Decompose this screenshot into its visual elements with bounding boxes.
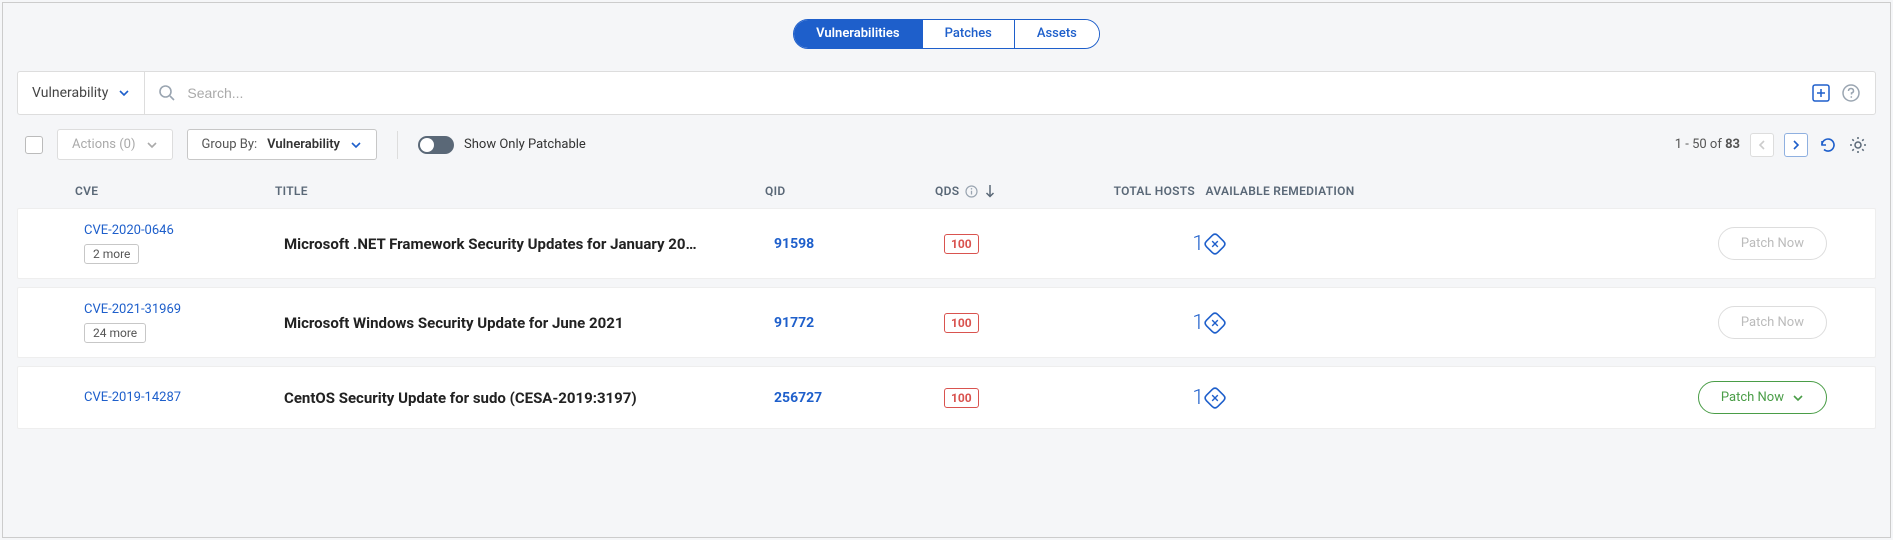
remediation-icon-cell[interactable] [1204,387,1374,409]
table-row: CVE-2019-14287 CentOS Security Update fo… [17,366,1876,429]
toolbar: Actions (0) Group By: Vulnerability Show… [3,115,1890,170]
tab-vulnerabilities[interactable]: Vulnerabilities [794,20,922,48]
table-header: CVE TITLE QID QDS TOTAL HOSTS AVAILABLE … [3,170,1890,208]
col-remediation[interactable]: AVAILABLE REMEDIATION [1195,184,1365,198]
remediation-icon-cell[interactable] [1204,312,1374,334]
refresh-button[interactable] [1818,135,1838,155]
qds-badge: 100 [944,388,979,408]
gear-icon [1848,135,1868,155]
cve-link[interactable]: CVE-2021-31969 [84,302,284,317]
table-row: CVE-2021-31969 24 more Microsoft Windows… [17,287,1876,358]
patch-icon [1204,387,1226,409]
divider [397,131,398,159]
cve-link[interactable]: CVE-2020-0646 [84,223,284,238]
page-prev-button[interactable] [1750,133,1774,157]
cve-link[interactable]: CVE-2019-14287 [84,390,284,405]
toggle-label: Show Only Patchable [464,137,586,152]
col-hosts[interactable]: TOTAL HOSTS [1085,184,1195,198]
plus-square-icon [1811,83,1831,103]
cve-more-badge[interactable]: 24 more [84,323,146,343]
filter-type-dropdown[interactable]: Vulnerability [18,72,145,114]
chevron-down-icon [118,87,130,99]
actions-label: Actions (0) [72,137,136,152]
help-circle-icon [1841,83,1861,103]
qds-badge: 100 [944,234,979,254]
vuln-title: Microsoft Windows Security Update for Ju… [284,314,774,332]
vuln-title: Microsoft .NET Framework Security Update… [284,235,774,253]
show-only-patchable-toggle[interactable] [418,136,454,154]
col-qid[interactable]: QID [765,184,935,198]
col-title[interactable]: TITLE [275,184,765,198]
patch-now-button: Patch Now [1718,227,1827,260]
remediation-icon-cell[interactable] [1204,233,1374,255]
groupby-dropdown[interactable]: Group By: Vulnerability [187,129,378,160]
patch-now-button: Patch Now [1718,306,1827,339]
qid-link[interactable]: 256727 [774,390,822,406]
search-icon [157,83,177,103]
chevron-down-icon [350,139,362,151]
table-row: CVE-2020-0646 2 more Microsoft .NET Fram… [17,208,1876,279]
help-button[interactable] [1841,83,1861,103]
search-input[interactable] [187,85,1785,101]
view-tabs: Vulnerabilities Patches Assets [3,3,1890,71]
settings-button[interactable] [1848,135,1868,155]
chevron-left-icon [1757,139,1767,151]
qds-badge: 100 [944,313,979,333]
select-all-checkbox[interactable] [25,136,43,154]
patch-now-button[interactable]: Patch Now [1698,381,1827,414]
tab-patches[interactable]: Patches [923,20,1015,48]
qid-link[interactable]: 91598 [774,236,814,252]
paging-text: 1 - 50 of 83 [1675,137,1740,152]
patch-icon [1204,233,1226,255]
actions-dropdown[interactable]: Actions (0) [57,129,173,160]
sort-down-icon [984,184,996,198]
hosts-count[interactable]: 1 [1094,311,1204,335]
qid-link[interactable]: 91772 [774,315,814,331]
search-bar: Vulnerability [17,71,1876,115]
cve-more-badge[interactable]: 2 more [84,244,139,264]
tab-assets[interactable]: Assets [1015,20,1099,48]
filter-type-label: Vulnerability [32,85,108,101]
hosts-count[interactable]: 1 [1094,232,1204,256]
groupby-prefix: Group By: [202,137,258,152]
refresh-icon [1818,135,1838,155]
vuln-title: CentOS Security Update for sudo (CESA-20… [284,389,774,407]
col-cve[interactable]: CVE [75,184,275,198]
info-circle-icon [965,185,978,198]
chevron-right-icon [1791,139,1801,151]
chevron-down-icon [146,139,158,151]
col-qds[interactable]: QDS [935,184,1085,198]
chevron-down-icon [1792,392,1804,404]
hosts-count[interactable]: 1 [1094,386,1204,410]
add-button[interactable] [1811,83,1831,103]
page-next-button[interactable] [1784,133,1808,157]
patch-icon [1204,312,1226,334]
groupby-value: Vulnerability [267,137,340,152]
